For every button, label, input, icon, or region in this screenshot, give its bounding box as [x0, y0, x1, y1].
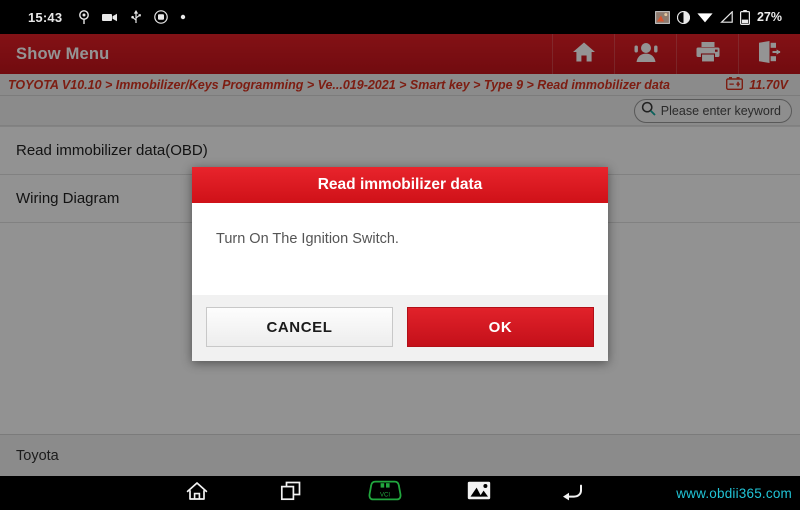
signal-icon — [720, 11, 733, 23]
read-immobilizer-dialog: Read immobilizer data Turn On The Igniti… — [192, 167, 608, 361]
nav-gallery-button[interactable] — [432, 476, 526, 510]
nav-home-icon — [186, 481, 208, 506]
dot-icon — [180, 14, 186, 20]
nav-home-button[interactable] — [150, 476, 244, 510]
nav-gallery-icon — [467, 481, 491, 505]
android-nav-bar: VCI www.obdii365.com — [0, 476, 800, 510]
nav-vci-icon: VCI — [368, 480, 402, 507]
nav-buttons: VCI — [150, 476, 620, 510]
usb-icon — [130, 10, 142, 24]
nav-back-button[interactable] — [526, 476, 620, 510]
battery-percent: 27% — [756, 10, 782, 24]
nav-recents-button[interactable] — [244, 476, 338, 510]
location-icon — [78, 9, 90, 25]
dialog-actions: CANCEL OK — [192, 295, 608, 361]
dialog-message: Turn On The Ignition Switch. — [216, 231, 399, 247]
svg-text:VCI: VCI — [380, 492, 390, 498]
wifi-icon — [697, 11, 713, 23]
status-right-icons: 27% — [655, 9, 782, 25]
nav-recents-icon — [280, 481, 302, 506]
dialog-title: Read immobilizer data — [317, 176, 483, 193]
nav-vci-button[interactable]: VCI — [338, 476, 432, 510]
status-left-icons — [78, 9, 186, 25]
screencast-icon — [154, 10, 169, 24]
camcorder-icon — [102, 12, 118, 23]
status-clock: 15:43 — [28, 9, 63, 25]
screenshot-icon — [655, 10, 670, 24]
brightness-icon — [676, 10, 690, 24]
site-watermark: www.obdii365.com — [676, 485, 792, 501]
dialog-header: Read immobilizer data — [192, 167, 608, 203]
tablet-screen: 15:43 27% Show Menu TOYOTA V10.10 > Immo… — [0, 0, 800, 510]
cancel-button[interactable]: CANCEL — [206, 307, 393, 347]
dialog-body: Turn On The Ignition Switch. — [192, 203, 608, 295]
android-status-bar: 15:43 27% — [0, 0, 800, 34]
nav-back-icon — [561, 481, 585, 506]
ok-button[interactable]: OK — [407, 307, 594, 347]
battery-icon — [739, 9, 750, 25]
